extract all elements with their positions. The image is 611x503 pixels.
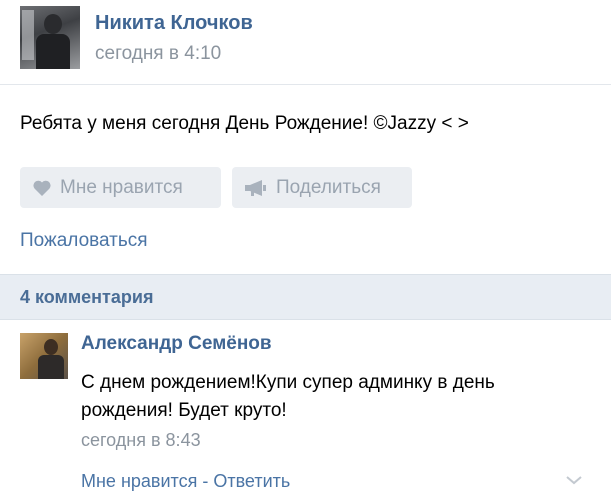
- comment-author-avatar[interactable]: [20, 333, 68, 379]
- megaphone-icon: [245, 179, 266, 196]
- post-author-name[interactable]: Никита Клочков: [95, 12, 253, 35]
- share-button[interactable]: Поделиться: [232, 167, 412, 208]
- share-label: Поделиться: [276, 176, 381, 198]
- comment-actions: Мне нравится - Ответить: [81, 471, 290, 492]
- comments-header: 4 комментария: [0, 274, 611, 320]
- like-label: Мне нравится: [60, 176, 183, 198]
- chevron-down-icon[interactable]: [565, 474, 583, 486]
- author-avatar[interactable]: [20, 6, 80, 69]
- comment-like-link[interactable]: Мне нравится: [81, 471, 197, 491]
- comment-reply-link[interactable]: Ответить: [213, 471, 290, 491]
- comments-count: 4 комментария: [20, 287, 154, 307]
- post-header: Никита Клочков сегодня в 4:10: [0, 0, 611, 85]
- post-text: Ребята у меня сегодня День Рождение! ©Ja…: [20, 113, 469, 134]
- comment-timestamp: сегодня в 8:43: [81, 430, 201, 450]
- heart-icon: [33, 180, 51, 196]
- post-page: Никита Клочков сегодня в 4:10 Ребята у м…: [0, 0, 611, 503]
- avatar-light: [22, 10, 34, 60]
- comment-author-name[interactable]: Александр Семёнов: [81, 333, 272, 355]
- report-link[interactable]: Пожаловаться: [20, 230, 148, 252]
- avatar-body: [36, 34, 70, 69]
- avatar-head: [44, 339, 58, 355]
- comment-text: С днем рождением!Купи супер админку в де…: [81, 372, 495, 421]
- avatar-body: [38, 355, 64, 379]
- post-timestamp: сегодня в 4:10: [95, 43, 222, 64]
- avatar-head: [44, 14, 62, 34]
- comment-actions-separator: -: [197, 471, 214, 491]
- like-button[interactable]: Мне нравится: [20, 167, 221, 208]
